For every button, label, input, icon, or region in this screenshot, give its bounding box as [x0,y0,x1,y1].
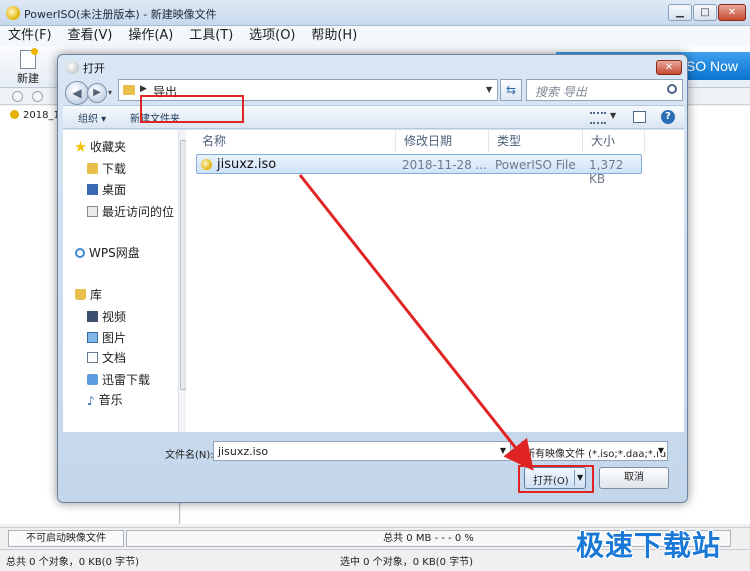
file-date: 2018-11-28 ... [402,158,487,172]
menu-tools[interactable]: 工具(T) [185,26,237,46]
nav-library[interactable]: 库 [75,286,102,303]
nav-recent[interactable]: 最近访问的位 [87,203,174,220]
file-type-select[interactable]: 所有映像文件 (*.iso;*.daa;*.ra ▼ [521,441,668,461]
view-options-icon[interactable] [590,112,606,124]
file-name: jisuxz.iso [217,157,277,172]
column-header-size[interactable]: 大小 [583,130,645,152]
filename-dropdown-icon[interactable]: ▼ [500,446,506,455]
menu-bar: 文件(F) 查看(V) 操作(A) 工具(T) 选项(O) 帮助(H) [0,26,750,46]
maximize-button[interactable]: □ [693,4,717,21]
refresh-button[interactable]: ⇆ [500,79,522,101]
new-document-icon [20,48,38,69]
main-forward-icon[interactable] [32,91,43,102]
menu-action[interactable]: 操作(A) [124,26,177,46]
close-button[interactable]: ✕ [718,4,746,21]
nav-wps[interactable]: WPS网盘 [75,244,140,261]
dialog-icon [66,61,79,74]
breadcrumb-separator-icon[interactable]: ▶ [140,84,147,94]
dialog-title: 打开 [66,60,105,76]
history-dropdown-icon[interactable]: ▾ [108,88,112,97]
boot-type-selector[interactable]: 不可启动映像文件 [8,530,124,547]
new-button-label: 新建 [17,72,39,85]
video-icon [87,311,98,322]
poweriso-icon [6,6,20,20]
column-header-type[interactable]: 类型 [489,130,583,152]
documents-icon [87,352,98,363]
file-size: 1,372 KB [589,158,624,186]
filename-label: 文件名(N): [165,450,214,461]
navigation-pane: 收藏夹 下载 桌面 最近访问的位 WPS网盘 库 视频 图片 文档 迅雷下载 ♪… [63,130,189,432]
search-icon[interactable] [667,84,677,94]
help-icon[interactable]: ? [661,110,675,124]
music-note-icon: ♪ [87,394,95,408]
menu-help[interactable]: 帮助(H) [307,26,361,46]
search-placeholder: 搜索 导出 [535,85,587,99]
cancel-button[interactable]: 取消 [599,467,669,489]
menu-options[interactable]: 选项(O) [245,26,299,46]
filename-input[interactable]: jisuxz.iso ▼ [213,441,511,461]
library-icon [75,289,86,300]
organize-button[interactable]: 组织 ▾ [78,110,106,125]
menu-view[interactable]: 查看(V) [63,26,116,46]
file-type: PowerISO File [495,158,576,172]
cloud-icon [75,248,85,258]
status-total: 总共 0 个对象，0 KB(0 字节) [6,557,140,568]
file-type-value: 所有映像文件 (*.iso;*.daa;*.ra [525,449,667,460]
downloads-folder-icon [87,163,98,174]
file-row[interactable]: jisuxz.iso 2018-11-28 ... PowerISO File … [196,154,642,186]
nav-thunder[interactable]: 迅雷下载 [87,371,150,388]
file-list: 名称 修改日期 类型 大小 jisuxz.iso 2018-11-28 ... … [186,130,684,432]
view-dropdown-icon[interactable]: ▼ [610,111,616,120]
status-selected: 选中 0 个对象，0 KB(0 字节) [340,557,474,568]
nav-desktop[interactable]: 桌面 [87,181,126,198]
file-type-dropdown-icon[interactable]: ▼ [657,446,664,455]
watermark: 极速下载站 [576,529,722,562]
nav-documents[interactable]: 文档 [87,349,126,366]
file-highlight-box [140,95,244,123]
filename-value: jisuxz.iso [218,445,269,458]
minimize-button[interactable]: ▁ [668,4,692,21]
preview-pane-icon[interactable] [633,111,646,123]
address-dropdown-icon[interactable]: ▼ [486,85,492,94]
iso-file-icon [201,159,212,170]
open-highlight-box [518,465,594,493]
forward-button[interactable]: ▶ [87,83,107,103]
column-header-date[interactable]: 修改日期 [396,130,489,152]
thunder-download-icon [87,374,98,385]
main-titlebar: PowerISO(未注册版本) - 新建映像文件 ▁ □ ✕ [0,0,750,26]
main-back-icon[interactable] [12,91,23,102]
pictures-icon [87,332,98,343]
window-title: PowerISO(未注册版本) - 新建映像文件 [24,8,217,21]
new-button[interactable]: 新建 [10,48,46,85]
nav-downloads[interactable]: 下载 [87,160,126,177]
nav-favorites[interactable]: 收藏夹 [75,138,126,155]
dialog-close-button[interactable]: ✕ [656,60,682,75]
back-button[interactable]: ◀ [65,81,89,105]
folder-icon [123,85,135,95]
star-icon [75,141,86,152]
tree-item[interactable]: 2018_1 [10,110,60,121]
nav-pictures[interactable]: 图片 [87,329,126,346]
search-input[interactable]: 搜索 导出 [526,79,683,101]
column-header-name[interactable]: 名称 [194,130,396,152]
recent-places-icon [87,206,98,217]
menu-file[interactable]: 文件(F) [4,26,56,46]
disc-icon [10,110,19,119]
nav-music[interactable]: ♪ 音乐 [87,391,123,408]
desktop-icon [87,184,98,195]
nav-videos[interactable]: 视频 [87,308,126,325]
